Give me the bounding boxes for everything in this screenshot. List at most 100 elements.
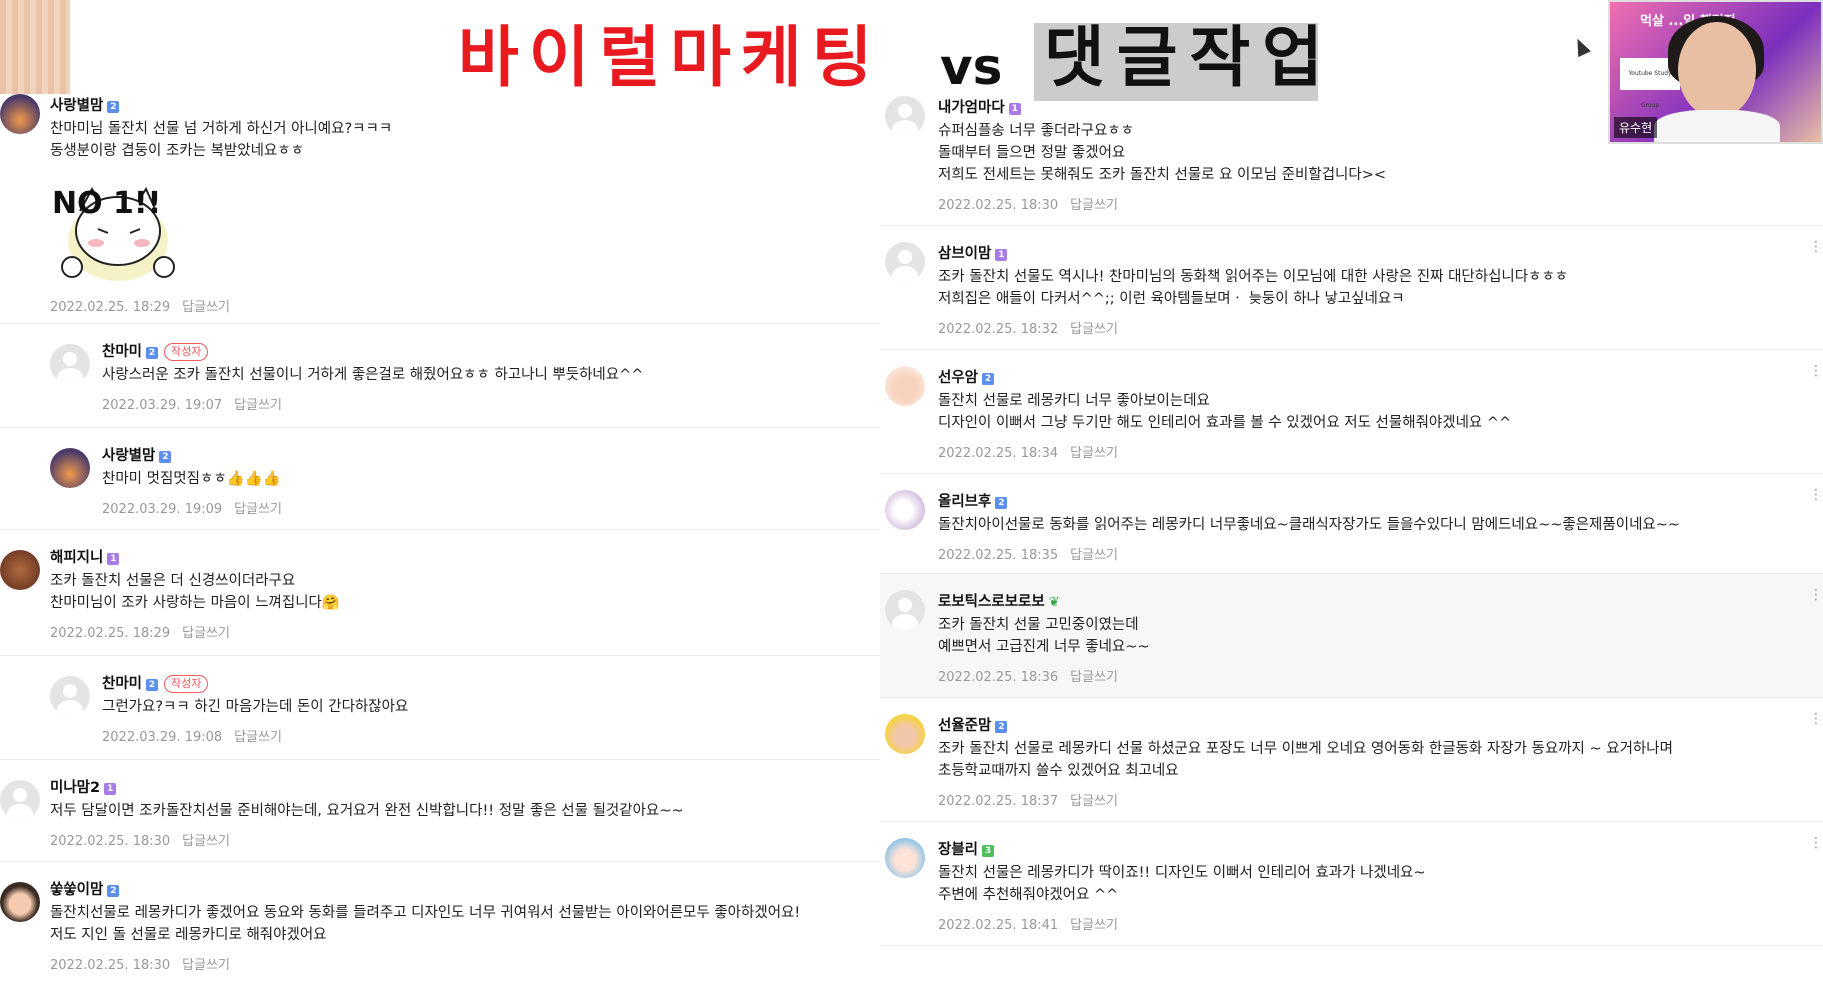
more-options-icon[interactable]: ⋮ — [1809, 364, 1823, 378]
level-badge: 1 — [1008, 103, 1021, 115]
avatar[interactable] — [50, 448, 90, 488]
sticker-text: NO 1!! — [52, 186, 161, 221]
comment-nickname[interactable]: 선율준맘 2 — [938, 714, 1008, 735]
comment-meta: 2022.02.25. 18:30 답글쓰기 — [50, 958, 231, 973]
more-options-icon[interactable]: ⋮ — [1809, 836, 1823, 850]
comment-body: 찬마미님 돌잔치 선물 넘 거하게 하신거 아니예요?ㅋㅋㅋ 동생분이랑 겹둥이 … — [50, 121, 393, 159]
comment-body: 슈퍼심플송 너무 좋더라구요ㅎㅎ 돌때부터 들으면 정말 좋겠어요 저희도 전세트는… — [938, 123, 1387, 183]
reply-button[interactable]: 답글쓰기 — [1070, 446, 1118, 461]
comment-nickname[interactable]: 찬마미 2 작성자 — [102, 672, 209, 693]
comment-body: 돌잔치 선물은 레몽카디가 딱이죠!! 디자인도 이뻐서 인테리어 효과가 나겠… — [938, 865, 1426, 903]
level-badge: 2 — [982, 373, 995, 385]
more-options-icon[interactable]: ⋮ — [1809, 240, 1823, 254]
comment-nickname[interactable]: 장블리 3 — [938, 838, 995, 859]
reply-button[interactable]: 답글쓰기 — [1070, 670, 1118, 685]
comment-body: 조카 돌잔치 선물도 역시나! 찬마미님의 동화책 읽어주는 이모님에 대한 사… — [938, 269, 1569, 307]
reply-button[interactable]: 답글쓰기 — [234, 502, 282, 517]
comment-body: 조카 돌잔치 선물로 레몽카디 선물 하셨군요 포장도 너무 이쁘게 오네요 영… — [938, 741, 1673, 779]
comment-item: 장블리 3 돌잔치 선물은 레몽카디가 딱이죠!! 디자인도 이뻐서 인테리어 효… — [880, 822, 1823, 946]
comment-meta: 2022.02.25. 18:30 답글쓰기 — [50, 834, 231, 849]
comment-item: 해피지니 1 조카 돌잔치 선물은 더 신경쓰이더라구요 찬마미님이 조카 사랑하는… — [0, 530, 880, 656]
comment-nickname[interactable]: 내가엄마다 1 — [938, 96, 1021, 117]
avatar[interactable] — [885, 490, 925, 530]
comment-item: 내가엄마다 1 슈퍼심플송 너무 좋더라구요ㅎㅎ 돌때부터 들으면 정말 좋겠어요 저… — [880, 80, 1823, 226]
comment-item: 올리브후 2 돌잔치아이선물로 동화를 읽어주는 레몽카디 너무좋네요~클래식자장… — [880, 474, 1823, 574]
comment-body: 돌잔치 선물로 레몽카디 너무 좋아보이는데요 디자인이 이뻐서 그냥 두기만 해… — [938, 393, 1512, 431]
comment-item: 사랑별맘 2 찬마미님 돌잔치 선물 넘 거하게 하신거 아니예요?ㅋㅋㅋ 동생분이… — [0, 94, 880, 324]
reply-button[interactable]: 답글쓰기 — [1070, 322, 1118, 337]
comment-body: 조카 돌잔치 선물 고민중이였는데 예쁘면서 고급진게 너무 좋네요~~ — [938, 617, 1150, 655]
avatar[interactable] — [50, 676, 90, 716]
reply-button[interactable]: 답글쓰기 — [234, 398, 282, 413]
comment-meta: 2022.02.25. 18:34 답글쓰기 — [938, 446, 1119, 461]
avatar[interactable] — [0, 94, 40, 134]
level-badge: 2 — [995, 721, 1008, 733]
comment-nickname[interactable]: 사랑별맘 2 — [102, 444, 172, 465]
banner-red-text: 바이럴마케팅 — [458, 19, 883, 96]
comment-item: 찬마미 2 작성자 사랑스러운 조카 돌잔치 선물이니 거하게 좋은걸로 해줬어요ㅎ… — [0, 324, 880, 428]
avatar[interactable] — [0, 780, 40, 820]
comment-body: 돌잔치선물로 레몽카디가 좋겠어요 동요와 동화를 들려주고 디자인도 너무 귀… — [50, 905, 801, 943]
divider — [880, 945, 1823, 946]
more-options-icon[interactable]: ⋮ — [1809, 712, 1823, 726]
comment-meta: 2022.02.25. 18:30 답글쓰기 — [938, 198, 1119, 213]
comment-nickname[interactable]: 삼브이맘 1 — [938, 242, 1008, 263]
comment-item: 쑿쑿이맘 2 돌잔치선물로 레몽카디가 좋겠어요 동요와 동화를 들려주고 디자인… — [0, 862, 880, 982]
level-badge: 2 — [107, 885, 120, 897]
comment-meta: 2022.02.25. 18:35 답글쓰기 — [938, 548, 1119, 563]
comment-item: 사랑별맘 2 찬마미 멋짐멋짐ㅎㅎ👍👍👍 2022.03.29. 19:09 답글쓰… — [0, 428, 880, 530]
reply-button[interactable]: 답글쓰기 — [182, 626, 230, 641]
comment-body: 사랑스러운 조카 돌잔치 선물이니 거하게 좋은걸로 해줬어요ㅎㅎ 하고나니 뿌… — [102, 367, 644, 383]
comment-meta: 2022.02.25. 18:29 답글쓰기 — [50, 300, 231, 315]
comment-nickname[interactable]: 선우암 2 — [938, 366, 995, 387]
comment-meta: 2022.02.25. 18:32 답글쓰기 — [938, 322, 1119, 337]
sprout-icon: ❦ — [1048, 595, 1060, 610]
more-options-icon[interactable]: ⋮ — [1809, 488, 1823, 502]
comment-nickname[interactable]: 미나맘2 1 — [50, 776, 117, 797]
avatar[interactable] — [0, 550, 40, 590]
comment-item: 찬마미 2 작성자 그런가요?ㅋㅋ 하긴 마음가는데 돈이 간다하잖아요 2022.… — [0, 656, 880, 760]
author-badge: 작성자 — [164, 675, 209, 693]
comment-body: 조카 돌잔치 선물은 더 신경쓰이더라구요 찬마미님이 조카 사랑하는 마음이 느… — [50, 573, 340, 611]
avatar[interactable] — [885, 838, 925, 878]
avatar[interactable] — [885, 714, 925, 754]
reply-button[interactable]: 답글쓰기 — [1070, 918, 1118, 933]
level-badge: 2 — [995, 497, 1008, 509]
comment-nickname[interactable]: 사랑별맘 2 — [50, 94, 120, 115]
comment-item: 선우암 2 돌잔치 선물로 레몽카디 너무 좋아보이는데요 디자인이 이뻐서 그냥 … — [880, 350, 1823, 474]
comment-meta: 2022.03.29. 19:08 답글쓰기 — [102, 730, 283, 745]
comment-meta: 2022.02.25. 18:41 답글쓰기 — [938, 918, 1119, 933]
comment-nickname[interactable]: 쑿쑿이맘 2 — [50, 878, 120, 899]
comment-nickname[interactable]: 로보틱스로보로보 ❦ — [938, 590, 1060, 611]
level-badge: 2 — [146, 347, 159, 359]
cat-sticker: NO 1!! — [52, 186, 175, 281]
comment-item: 삼브이맘 1 조카 돌잔치 선물도 역시나! 찬마미님의 동화책 읽어주는 이모님… — [880, 226, 1823, 350]
comment-nickname[interactable]: 해피지니 1 — [50, 546, 120, 567]
level-badge: 2 — [107, 101, 120, 113]
avatar[interactable] — [885, 366, 925, 406]
comment-meta: 2022.02.25. 18:29 답글쓰기 — [50, 626, 231, 641]
level-badge: 1 — [995, 249, 1008, 261]
comment-item: 미나맘2 1 저두 담달이면 조카돌잔치선물 준비해야는데, 요거요거 완전 신박… — [0, 760, 880, 862]
reply-button[interactable]: 답글쓰기 — [1070, 198, 1118, 213]
more-options-icon[interactable]: ⋮ — [1809, 588, 1823, 602]
comment-nickname[interactable]: 찬마미 2 작성자 — [102, 340, 209, 361]
avatar[interactable] — [0, 882, 40, 922]
reply-button[interactable]: 답글쓰기 — [234, 730, 282, 745]
comment-meta: 2022.03.29. 19:07 답글쓰기 — [102, 398, 283, 413]
reply-button[interactable]: 답글쓰기 — [1070, 794, 1118, 809]
level-badge: 3 — [982, 845, 995, 857]
reply-button[interactable]: 답글쓰기 — [182, 958, 230, 973]
reply-button[interactable]: 답글쓰기 — [1070, 548, 1118, 563]
reply-button[interactable]: 답글쓰기 — [182, 834, 230, 849]
comment-body: 저두 담달이면 조카돌잔치선물 준비해야는데, 요거요거 완전 신박합니다!! … — [50, 803, 684, 819]
comment-nickname[interactable]: 올리브후 2 — [938, 490, 1008, 511]
comment-body: 그런가요?ㅋㅋ 하긴 마음가는데 돈이 간다하잖아요 — [102, 699, 409, 715]
avatar[interactable] — [885, 96, 925, 136]
avatar[interactable] — [885, 590, 925, 630]
comment-body: 돌잔치아이선물로 동화를 읽어주는 레몽카디 너무좋네요~클래식자장가도 들을수… — [938, 517, 1681, 533]
reply-button[interactable]: 답글쓰기 — [182, 300, 230, 315]
avatar[interactable] — [885, 242, 925, 282]
avatar[interactable] — [50, 344, 90, 384]
level-badge: 2 — [159, 451, 172, 463]
